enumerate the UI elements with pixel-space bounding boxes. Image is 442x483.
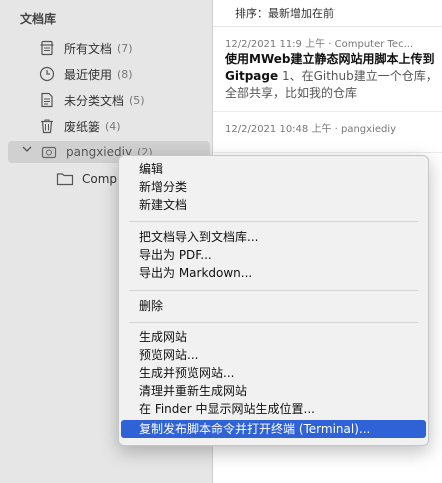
menu-item-new-document[interactable]: 新建文档 xyxy=(121,196,426,214)
list-item[interactable]: 12/2/2021 11:9 上午 · Computer Tec... 使用MW… xyxy=(213,27,442,112)
project-folder-icon xyxy=(40,143,58,161)
sidebar-item-count: (7) xyxy=(117,41,133,55)
sidebar-item-label: 废纸篓 xyxy=(64,119,101,134)
menu-item-export-markdown[interactable]: 导出为 Markdown... xyxy=(121,264,426,282)
list-item[interactable]: 12/2/2021 10:48 上午 · pangxiediy xyxy=(213,112,442,153)
sidebar-item-label: 所有文档 xyxy=(64,41,113,56)
sidebar-item-trash[interactable]: 废纸篓 (4) xyxy=(38,115,121,137)
menu-item-copy-publish-script[interactable]: 复制发布脚本命令并打开终端 (Terminal)... xyxy=(121,420,426,438)
menu-item-generate-site[interactable]: 生成网站 xyxy=(121,328,426,346)
context-menu: 编辑 新增分类 新建文档 把文档导入到文档库... 导出为 PDF... 导出为… xyxy=(118,155,429,446)
menu-item-clean-regenerate[interactable]: 清理并重新生成网站 xyxy=(121,382,426,400)
sidebar-item-count: (8) xyxy=(117,67,133,81)
menu-item-import-documents[interactable]: 把文档导入到文档库... xyxy=(121,228,426,246)
note-meta: 12/2/2021 11:9 上午 · Computer Tec... xyxy=(225,39,414,50)
all-docs-icon xyxy=(38,39,56,57)
sidebar-item-all-docs[interactable]: 所有文档 (7) xyxy=(38,37,133,59)
clock-icon xyxy=(38,65,56,83)
sidebar-item-subfolder[interactable]: Compu xyxy=(56,168,125,190)
menu-item-generate-and-preview[interactable]: 生成并预览网站... xyxy=(121,364,426,382)
trash-icon xyxy=(38,117,56,135)
menu-separator xyxy=(129,221,418,222)
menu-item-export-pdf[interactable]: 导出为 PDF... xyxy=(121,246,426,264)
sort-label[interactable]: 排序：最新增加在前 xyxy=(235,5,334,21)
folder-icon xyxy=(56,172,74,186)
sidebar-item-count: (5) xyxy=(129,93,145,107)
sidebar-item-label: 未分类文档 xyxy=(64,93,125,108)
sidebar-header: 文档库 xyxy=(20,12,57,26)
menu-item-show-in-finder[interactable]: 在 Finder 中显示网站生成位置... xyxy=(121,400,426,418)
chevron-down-icon[interactable] xyxy=(22,145,32,156)
sort-bar[interactable]: 排序：最新增加在前 xyxy=(213,0,442,27)
menu-item-edit[interactable]: 编辑 xyxy=(121,160,426,178)
menu-separator xyxy=(129,322,418,323)
note-meta: 12/2/2021 10:48 上午 · pangxiediy xyxy=(225,124,397,135)
sidebar-item-label: 最近使用 xyxy=(64,67,113,82)
sidebar-item-recent[interactable]: 最近使用 (8) xyxy=(38,63,133,85)
menu-item-new-category[interactable]: 新增分类 xyxy=(121,178,426,196)
note-body: 使用MWeb建立静态网站用脚本上传到Gitpage 1、在Github建立一个仓… xyxy=(225,51,441,102)
uncategorized-icon xyxy=(38,91,56,109)
sidebar-item-uncategorized[interactable]: 未分类文档 (5) xyxy=(38,89,145,111)
sidebar-item-count: (4) xyxy=(105,119,121,133)
menu-item-preview-site[interactable]: 预览网站... xyxy=(121,346,426,364)
menu-separator xyxy=(129,290,418,291)
menu-item-delete[interactable]: 删除 xyxy=(121,297,426,315)
